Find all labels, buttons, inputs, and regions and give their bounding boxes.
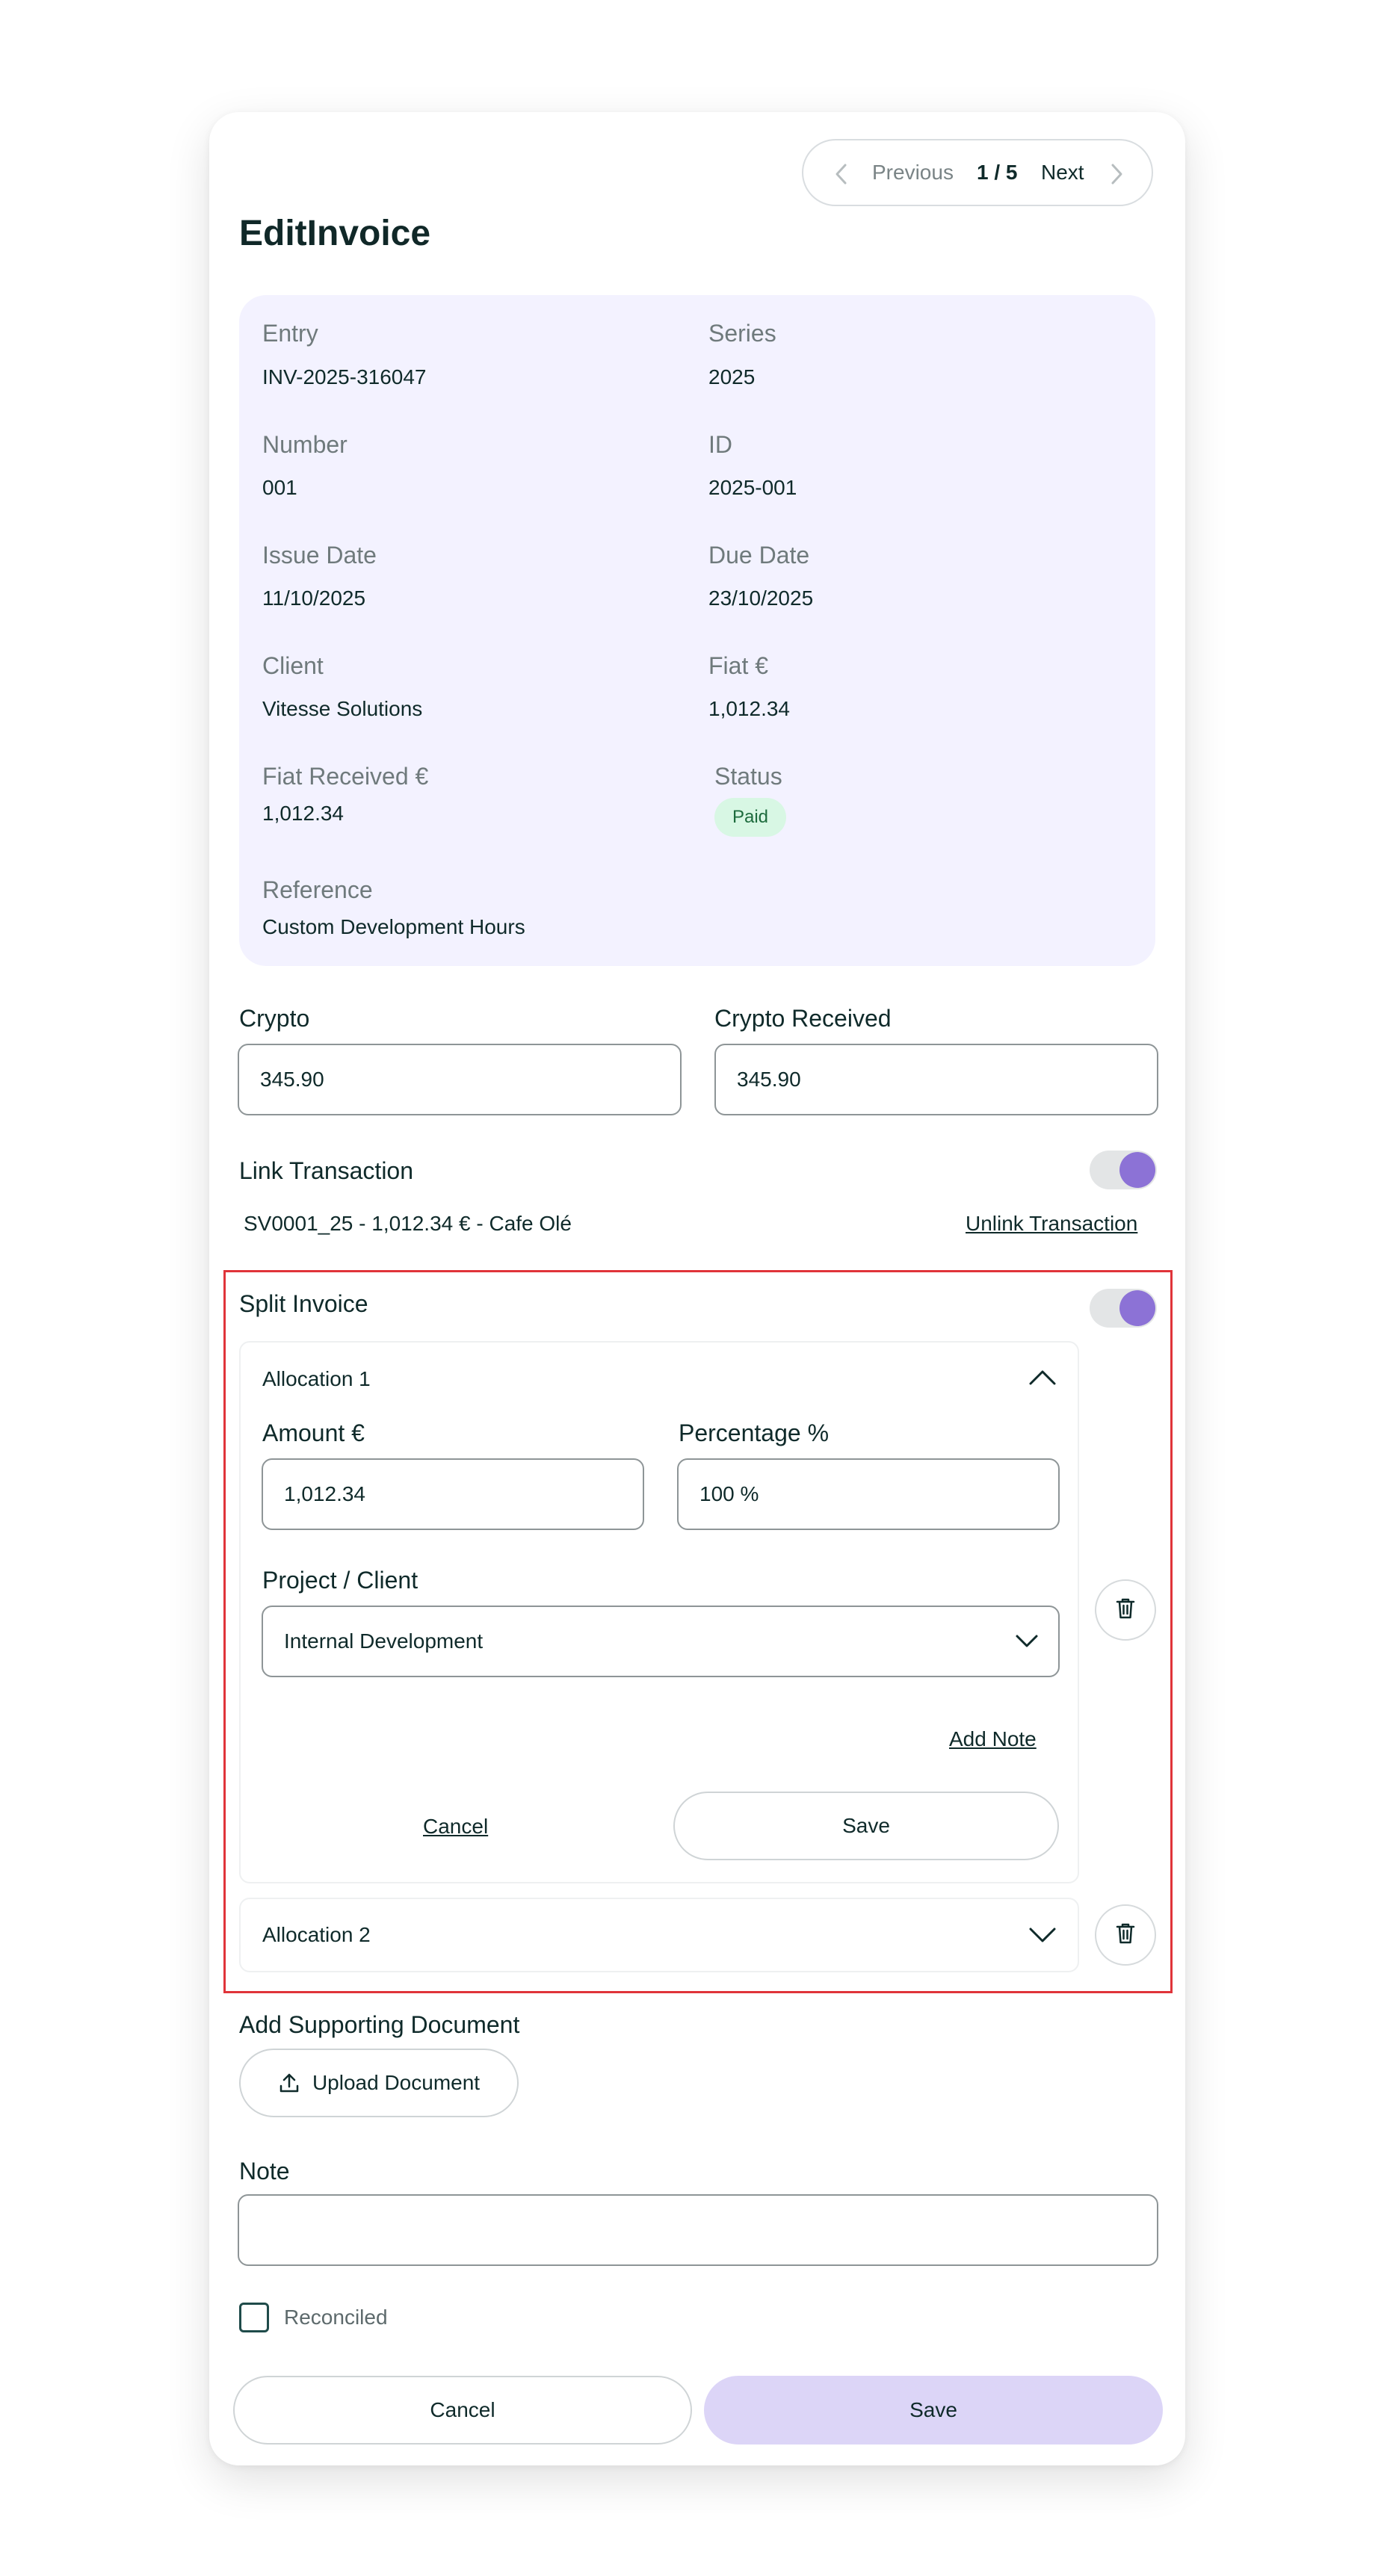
pager: Previous 1 / 5 Next — [802, 139, 1153, 206]
crypto-received-input[interactable]: 345.90 — [714, 1044, 1158, 1115]
reconciled-label: Reconciled — [284, 2306, 388, 2329]
upload-icon — [278, 2072, 300, 2094]
reconciled-checkbox[interactable] — [239, 2303, 269, 2332]
previous-button[interactable]: Previous — [872, 161, 954, 185]
invoice-summary-panel — [239, 295, 1155, 966]
entry-value: INV-2025-316047 — [262, 365, 427, 388]
note-label: Note — [239, 2158, 290, 2185]
series-label: Series — [708, 320, 776, 347]
supporting-document-label: Add Supporting Document — [239, 2011, 520, 2038]
fiat-value: 1,012.34 — [708, 697, 790, 720]
trash-icon — [1115, 1922, 1136, 1949]
reference-label: Reference — [262, 876, 373, 903]
crypto-received-label: Crypto Received — [714, 1005, 892, 1032]
client-value: Vitesse Solutions — [262, 697, 423, 720]
fiat-label: Fiat € — [708, 652, 769, 679]
client-label: Client — [262, 652, 324, 679]
next-button[interactable]: Next — [1041, 161, 1084, 185]
unlink-transaction-link[interactable]: Unlink Transaction — [966, 1212, 1137, 1236]
chevron-up-icon[interactable] — [1028, 1367, 1057, 1390]
id-label: ID — [708, 431, 732, 458]
issue-date-label: Issue Date — [262, 542, 377, 569]
upload-document-button[interactable]: Upload Document — [239, 2049, 519, 2117]
note-input[interactable] — [238, 2194, 1158, 2266]
status-label: Status — [714, 763, 782, 790]
chevron-down-icon[interactable] — [1028, 1926, 1057, 1949]
number-value: 001 — [262, 476, 297, 499]
link-transaction-toggle[interactable] — [1090, 1151, 1157, 1189]
chevron-down-icon — [1015, 1631, 1039, 1655]
percentage-input[interactable]: 100 % — [677, 1458, 1060, 1530]
project-client-value: Internal Development — [284, 1629, 484, 1653]
fiat-received-label: Fiat Received € — [262, 763, 429, 790]
toggle-knob — [1119, 1152, 1155, 1188]
entry-label: Entry — [262, 320, 318, 347]
save-button[interactable]: Save — [704, 2376, 1163, 2445]
allocation-cancel-link[interactable]: Cancel — [423, 1815, 488, 1839]
toggle-knob — [1119, 1290, 1155, 1326]
percentage-label: Percentage % — [679, 1419, 830, 1446]
delete-allocation-2-button[interactable] — [1095, 1904, 1156, 1966]
split-invoice-toggle[interactable] — [1090, 1289, 1157, 1328]
page-title: EditInvoice — [239, 214, 431, 253]
split-invoice-label: Split Invoice — [239, 1290, 368, 1317]
trash-icon — [1115, 1597, 1136, 1624]
project-client-label: Project / Client — [262, 1567, 418, 1594]
page-counter: 1 / 5 — [977, 161, 1018, 184]
link-transaction-label: Link Transaction — [239, 1157, 414, 1184]
amount-label: Amount € — [262, 1419, 365, 1446]
linked-transaction-text: SV0001_25 - 1,012.34 € - Cafe Olé — [244, 1212, 572, 1235]
series-value: 2025 — [708, 365, 756, 388]
cancel-button[interactable]: Cancel — [233, 2376, 692, 2445]
due-date-value: 23/10/2025 — [708, 586, 814, 610]
allocation-2-title[interactable]: Allocation 2 — [262, 1923, 371, 1947]
project-client-select[interactable]: Internal Development — [262, 1606, 1060, 1677]
due-date-label: Due Date — [708, 542, 810, 569]
number-label: Number — [262, 431, 348, 458]
crypto-label: Crypto — [239, 1005, 310, 1032]
id-value: 2025-001 — [708, 476, 797, 499]
allocation-1-title[interactable]: Allocation 1 — [262, 1367, 371, 1391]
chevron-right-icon[interactable] — [1108, 163, 1125, 191]
crypto-input[interactable]: 345.90 — [238, 1044, 682, 1115]
reference-value: Custom Development Hours — [262, 915, 525, 938]
issue-date-value: 11/10/2025 — [262, 586, 366, 610]
allocation-save-button[interactable]: Save — [673, 1792, 1059, 1860]
upload-document-label: Upload Document — [312, 2071, 481, 2094]
delete-allocation-1-button[interactable] — [1095, 1579, 1156, 1641]
add-note-link[interactable]: Add Note — [949, 1727, 1037, 1751]
status-badge: Paid — [714, 798, 786, 837]
fiat-received-value: 1,012.34 — [262, 802, 344, 825]
amount-input[interactable]: 1,012.34 — [262, 1458, 644, 1530]
chevron-left-icon[interactable] — [833, 163, 850, 191]
